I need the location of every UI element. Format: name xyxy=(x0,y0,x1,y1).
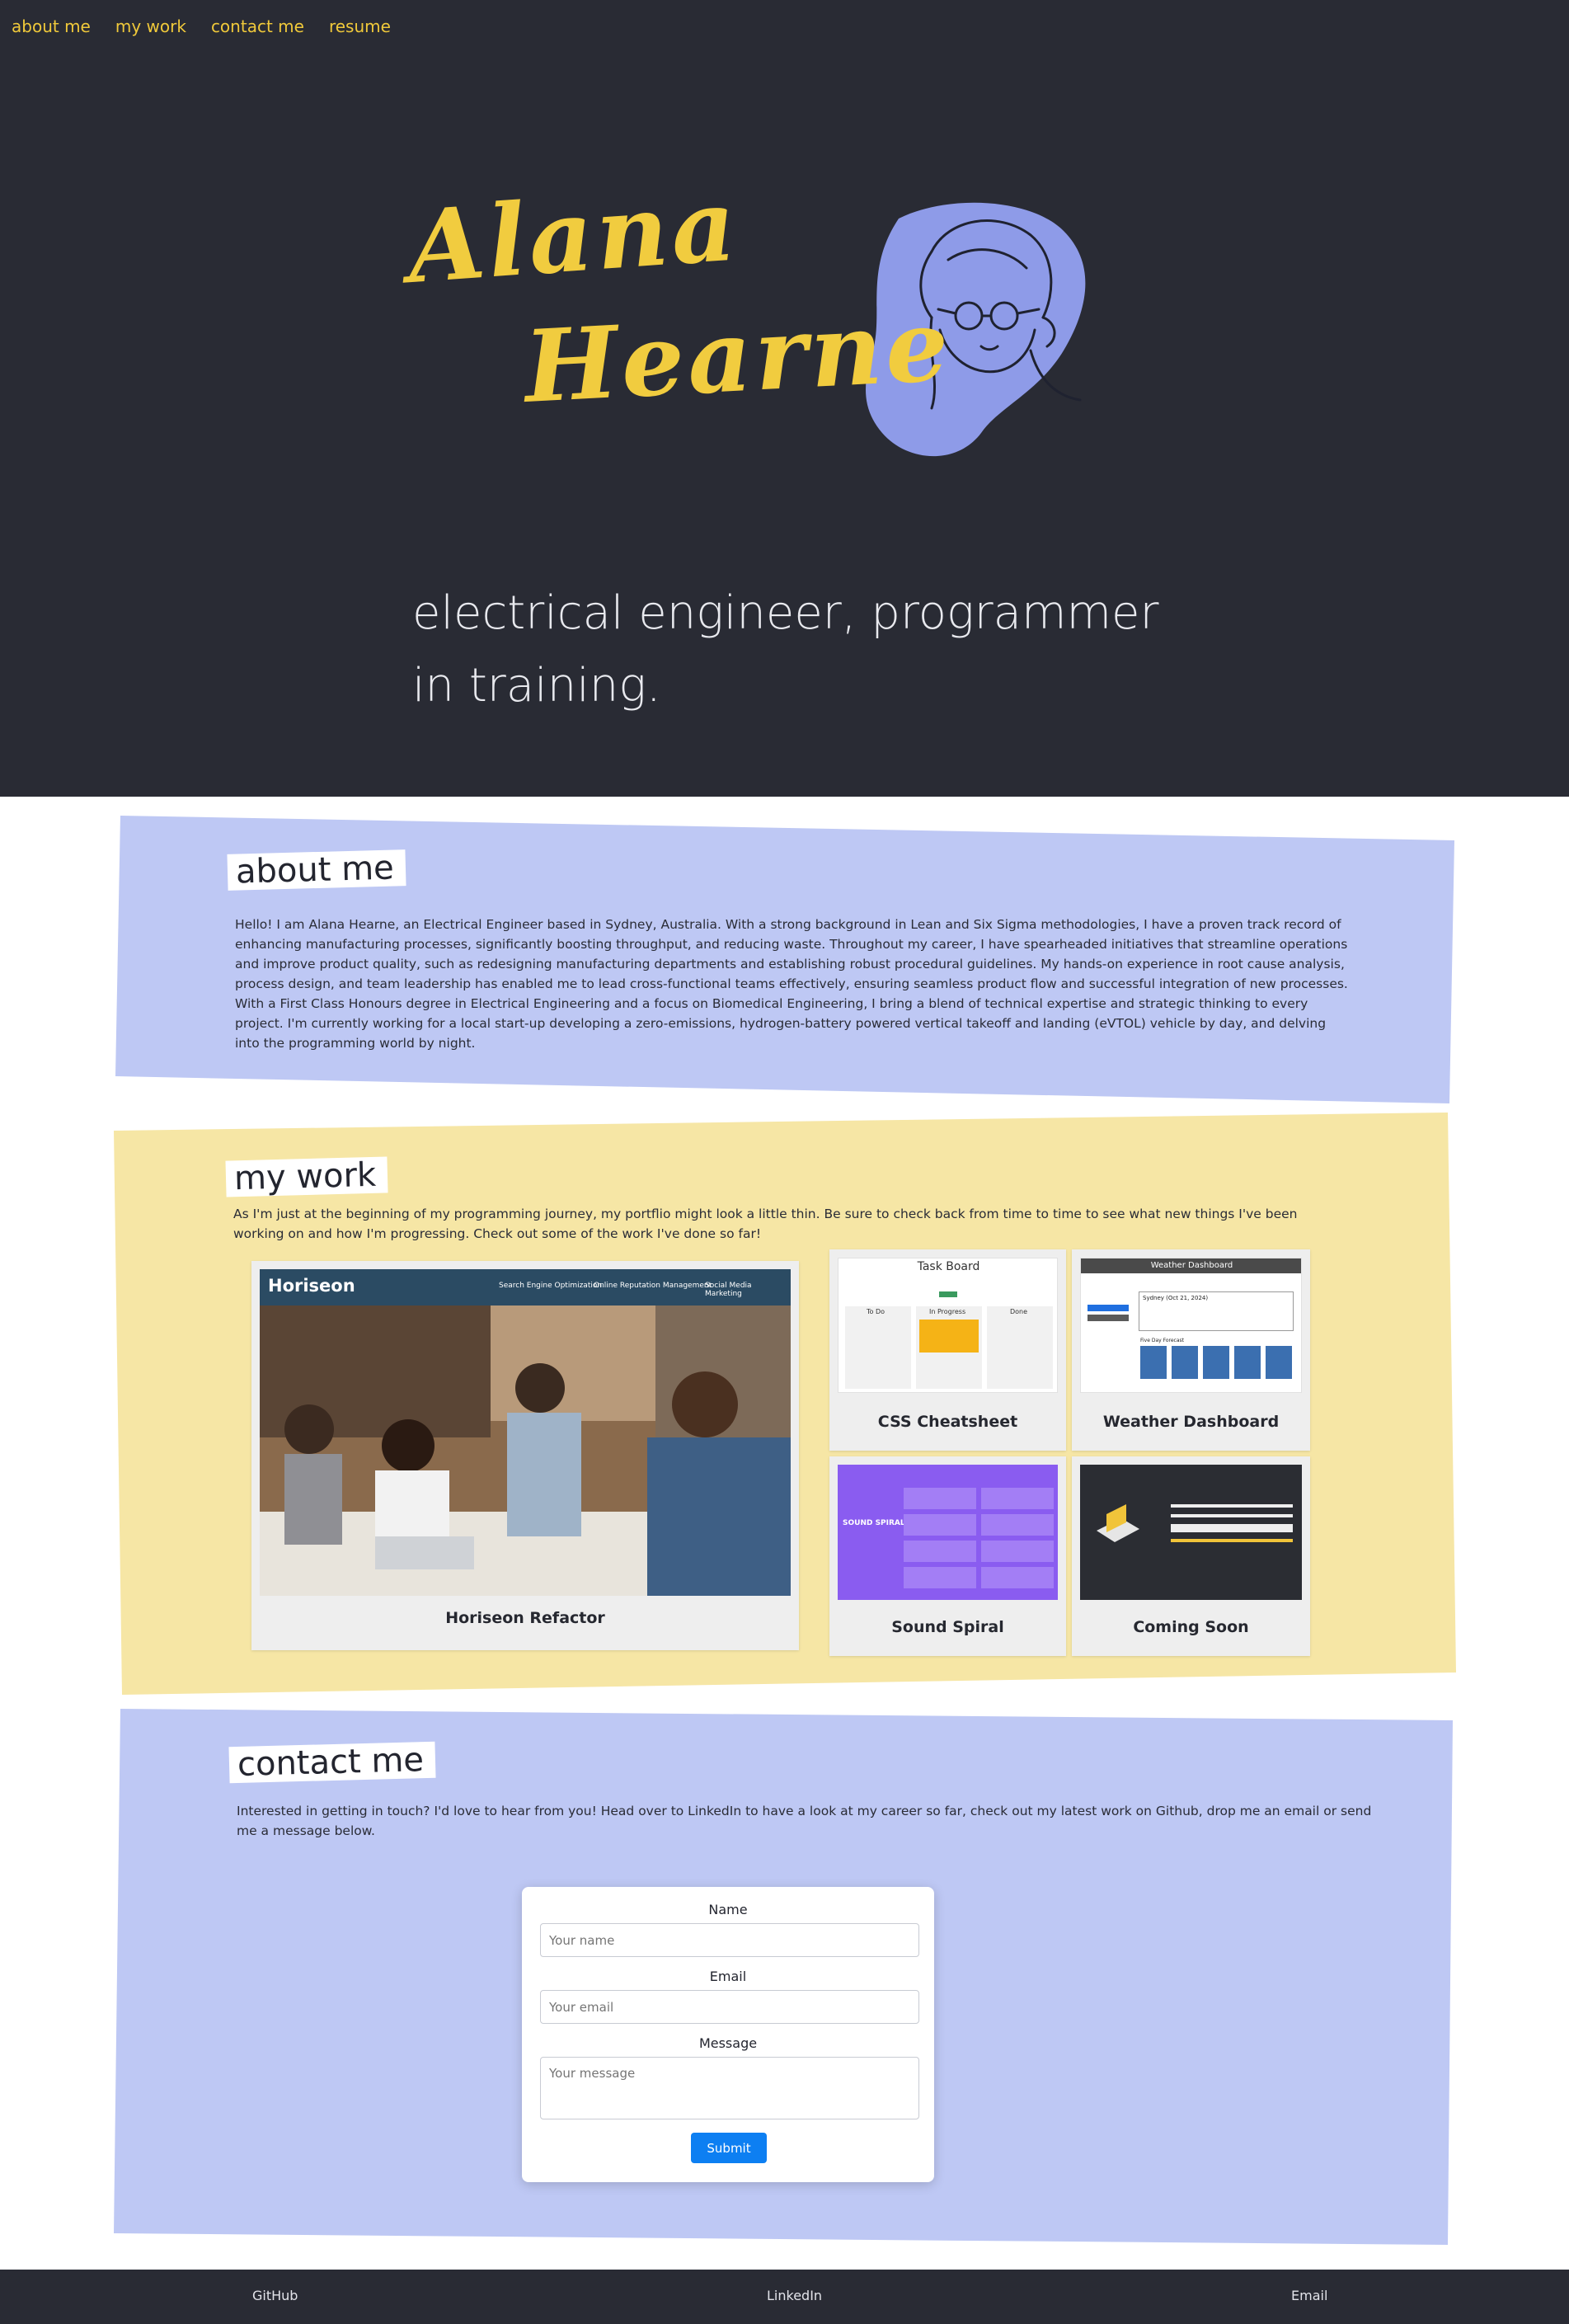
footer-link-linkedin[interactable]: LinkedIn xyxy=(767,2288,822,2303)
artist-row-4 xyxy=(904,1567,976,1588)
form-line-3 xyxy=(1171,1524,1293,1532)
project-card-css-cheatsheet[interactable]: Task Board To Do In Progress Done CSS Ch… xyxy=(829,1249,1066,1451)
taskboard-col-progress-label: In Progress xyxy=(929,1308,966,1315)
forecast-day-2 xyxy=(1172,1346,1198,1379)
project-card-coming-soon[interactable]: Coming Soon xyxy=(1072,1456,1310,1656)
taskboard-add-btn xyxy=(939,1291,957,1297)
artist-row-2 xyxy=(904,1514,976,1536)
weather-history-btn xyxy=(1087,1315,1129,1321)
artist-row-7 xyxy=(981,1541,1054,1562)
logo: Alana Hearne xyxy=(404,167,1146,482)
hero-tagline: electrical engineer, programmer in train… xyxy=(412,586,1159,713)
message-label: Message xyxy=(698,2035,758,2051)
project-title-coming-soon: Coming Soon xyxy=(1133,1618,1249,1636)
taskboard-col-done: Done xyxy=(987,1306,1053,1389)
footer-link-github[interactable]: GitHub xyxy=(252,2288,298,2303)
horiseon-brand: Horiseon xyxy=(268,1276,355,1296)
footer-link-email[interactable]: Email xyxy=(1291,2288,1327,2303)
contact-text: Interested in getting in touch? I'd love… xyxy=(237,1804,1372,1838)
horiseon-nav-1: Search Engine Optimization xyxy=(499,1282,603,1290)
artist-row-6 xyxy=(981,1514,1054,1536)
form-line-1 xyxy=(1171,1504,1293,1508)
nav-link-resume[interactable]: resume xyxy=(329,16,391,36)
forecast-day-3 xyxy=(1203,1346,1229,1379)
laptop-illustration xyxy=(1097,1504,1139,1542)
taskboard-col-progress: In Progress xyxy=(916,1306,982,1389)
team-photo xyxy=(260,1305,791,1596)
artist-row-3 xyxy=(904,1541,976,1562)
weather-screenshot: Weather Dashboard Sydney (Oct 21, 2024) … xyxy=(1080,1258,1302,1393)
taskboard-col-todo-label: To Do xyxy=(867,1308,885,1315)
sound-spiral-screenshot: SOUND SPIRAL xyxy=(838,1465,1058,1600)
nav-link-my-work[interactable]: my work xyxy=(115,16,186,36)
weather-forecast-label: Five Day Forecast xyxy=(1140,1338,1184,1343)
about-section: about me Hello! I am Alana Hearne, an El… xyxy=(114,812,1456,1103)
taskboard-col-done-label: Done xyxy=(1010,1308,1028,1315)
weather-header: Weather Dashboard xyxy=(1081,1258,1301,1273)
weather-city: Sydney (Oct 21, 2024) xyxy=(1143,1295,1209,1301)
work-title: my work xyxy=(225,1156,388,1197)
nav-link-about-me[interactable]: about me xyxy=(12,16,91,36)
project-card-sound-spiral[interactable]: SOUND SPIRAL Sound Spiral xyxy=(829,1456,1066,1656)
project-title-horiseon: Horiseon Refactor xyxy=(445,1609,605,1627)
taskboard-task-card xyxy=(919,1320,979,1353)
form-line-2 xyxy=(1171,1514,1293,1517)
project-title-weather-dashboard: Weather Dashboard xyxy=(1102,1413,1280,1431)
artist-row-8 xyxy=(981,1567,1054,1588)
submit-button[interactable]: Submit xyxy=(691,2133,767,2163)
project-card-weather-dashboard[interactable]: Weather Dashboard Sydney (Oct 21, 2024) … xyxy=(1072,1249,1310,1451)
logo-last-name: Hearne xyxy=(521,287,955,426)
name-label: Name xyxy=(708,1902,748,1917)
forecast-day-5 xyxy=(1266,1346,1292,1379)
weather-search-btn xyxy=(1087,1305,1129,1311)
artist-row-5 xyxy=(981,1488,1054,1509)
horiseon-nav-2: Online Reputation Management xyxy=(594,1282,712,1290)
message-textarea[interactable] xyxy=(540,2057,919,2119)
about-title: about me xyxy=(227,849,406,891)
taskboard-title: Task Board xyxy=(917,1260,980,1273)
email-label: Email xyxy=(709,1969,747,1984)
forecast-day-4 xyxy=(1234,1346,1261,1379)
weather-current-box: Sydney (Oct 21, 2024) xyxy=(1139,1291,1294,1331)
horiseon-nav-3: Social Media Marketing xyxy=(705,1282,752,1298)
project-title-sound-spiral: Sound Spiral xyxy=(891,1618,1004,1636)
work-text: As I'm just at the beginning of my progr… xyxy=(233,1207,1298,1241)
top-nav: about me my work contact me resume xyxy=(12,16,391,36)
email-input[interactable] xyxy=(540,1990,919,2024)
forecast-day-1 xyxy=(1140,1346,1167,1379)
name-input[interactable] xyxy=(540,1923,919,1957)
artist-row-1 xyxy=(904,1488,976,1509)
about-text: Hello! I am Alana Hearne, an Electrical … xyxy=(235,917,1348,1051)
horiseon-screenshot: Horiseon Search Engine Optimization Onli… xyxy=(260,1269,791,1596)
logo-first-name: Alana xyxy=(404,167,743,306)
taskboard-screenshot: Task Board To Do In Progress Done xyxy=(838,1258,1058,1393)
hero-section: about me my work contact me resume Alana… xyxy=(0,0,1569,797)
sound-spiral-logo: SOUND SPIRAL xyxy=(843,1519,905,1527)
coming-soon-screenshot xyxy=(1080,1465,1302,1600)
project-title-css-cheatsheet: CSS Cheatsheet xyxy=(877,1413,1018,1431)
project-card-horiseon[interactable]: Horiseon Search Engine Optimization Onli… xyxy=(251,1261,799,1650)
nav-link-contact-me[interactable]: contact me xyxy=(211,16,304,36)
contact-form: Name Email Message Submit xyxy=(522,1887,934,2182)
footer: GitHub LinkedIn Email xyxy=(0,2270,1569,2324)
horiseon-header: Horiseon Search Engine Optimization Onli… xyxy=(260,1269,791,1305)
contact-title: contact me xyxy=(228,1741,436,1784)
form-submit-line xyxy=(1171,1539,1293,1542)
taskboard-col-todo: To Do xyxy=(845,1306,911,1389)
